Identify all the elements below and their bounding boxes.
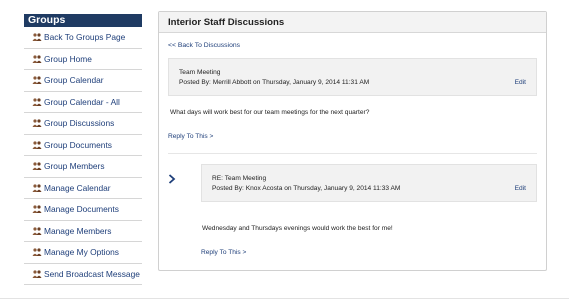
back-to-discussions-link[interactable]: << Back To Discussions xyxy=(168,42,240,49)
groups-sidebar: Groups Back To Groups Page Group Home Gr… xyxy=(24,14,142,285)
sidebar-item-manage-my-options[interactable]: Manage My Options xyxy=(24,242,142,264)
sidebar-item-label: Group Documents xyxy=(44,139,112,150)
reply-body: Wednesday and Thursdays evenings would w… xyxy=(202,225,393,232)
post-author-line: Posted By: Merrill Abbott on Thursday, J… xyxy=(179,79,370,86)
sidebar-item-manage-members[interactable]: Manage Members xyxy=(24,221,142,242)
edit-reply-link[interactable]: Edit xyxy=(515,185,526,192)
reply-header: RE: Team Meeting Posted By: Knox Acosta … xyxy=(201,164,537,202)
sidebar-item-label: Group Calendar - All xyxy=(44,96,120,107)
sidebar-item-label: Manage Documents xyxy=(44,204,119,215)
people-icon xyxy=(32,162,42,171)
reply-author-line: Posted By: Knox Acosta on Thursday, Janu… xyxy=(212,185,401,192)
sidebar-item-label: Back To Groups Page xyxy=(44,32,126,43)
sidebar-title: Groups xyxy=(24,14,142,27)
people-icon xyxy=(32,76,42,85)
sidebar-item-manage-calendar[interactable]: Manage Calendar xyxy=(24,178,142,199)
sidebar-menu: Back To Groups Page Group Home Group Cal… xyxy=(24,27,142,285)
people-icon xyxy=(32,141,42,149)
sidebar-item-group-documents[interactable]: Group Documents xyxy=(24,135,142,156)
reply-to-post-link[interactable]: Reply To This > xyxy=(168,133,213,140)
post-header: Team Meeting Posted By: Merrill Abbott o… xyxy=(168,58,537,96)
edit-post-link[interactable]: Edit xyxy=(515,79,526,86)
sidebar-item-label: Manage Calendar xyxy=(44,182,111,193)
sidebar-item-label: Manage Members xyxy=(44,225,112,236)
sidebar-item-label: Group Members xyxy=(44,161,105,172)
people-icon xyxy=(32,227,42,235)
sidebar-item-group-calendar[interactable]: Group Calendar xyxy=(24,70,142,92)
sidebar-item-manage-documents[interactable]: Manage Documents xyxy=(24,199,142,221)
people-icon xyxy=(32,248,42,257)
people-icon xyxy=(32,119,42,128)
post-body: What days will work best for our team me… xyxy=(170,109,370,116)
people-icon xyxy=(32,55,42,63)
people-icon xyxy=(32,270,42,278)
page-divider xyxy=(0,298,569,299)
sidebar-item-group-calendar-all[interactable]: Group Calendar - All xyxy=(24,92,142,113)
reply-arrow-icon xyxy=(168,174,176,184)
post-divider xyxy=(168,153,537,154)
people-icon xyxy=(32,184,42,192)
people-icon xyxy=(32,33,42,42)
sidebar-item-label: Group Home xyxy=(44,53,92,64)
panel-title: Interior Staff Discussions xyxy=(159,12,546,33)
sidebar-item-group-discussions[interactable]: Group Discussions xyxy=(24,113,142,135)
post-subject: Team Meeting xyxy=(179,69,221,76)
sidebar-item-group-home[interactable]: Group Home xyxy=(24,49,142,70)
sidebar-item-back-to-groups-page[interactable]: Back To Groups Page xyxy=(24,27,142,49)
sidebar-item-label: Send Broadcast Message xyxy=(44,268,140,279)
discussion-panel: Interior Staff Discussions << Back To Di… xyxy=(158,11,547,271)
sidebar-item-label: Manage My Options xyxy=(44,247,119,258)
sidebar-item-group-members[interactable]: Group Members xyxy=(24,156,142,178)
reply-subject: RE: Team Meeting xyxy=(212,175,267,182)
reply-to-reply-link[interactable]: Reply To This > xyxy=(201,249,246,256)
sidebar-item-send-broadcast-message[interactable]: Send Broadcast Message xyxy=(24,264,142,285)
people-icon xyxy=(32,98,42,106)
people-icon xyxy=(32,205,42,214)
sidebar-item-label: Group Discussions xyxy=(44,118,115,129)
sidebar-item-label: Group Calendar xyxy=(44,75,104,86)
